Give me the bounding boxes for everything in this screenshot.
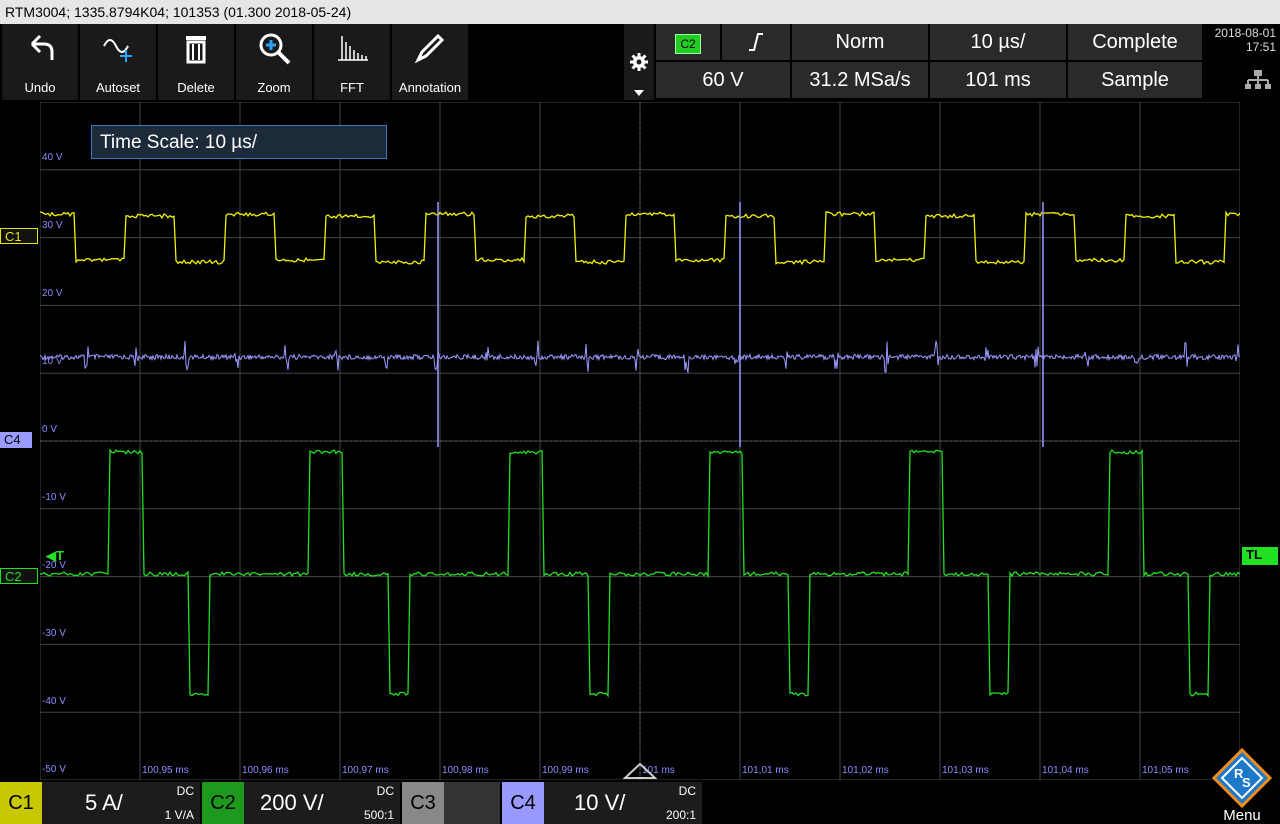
channel-bar: C1 5 A/ DC 1 V/A C2 200 V/ DC 500:1 C3 C… xyxy=(0,748,1280,824)
c1-offset-marker[interactable]: C1 xyxy=(0,228,38,244)
undo-label: Undo xyxy=(24,80,56,95)
c2-scale: 200 V/ xyxy=(260,790,324,815)
trigger-slope[interactable] xyxy=(722,24,790,60)
c2-tag: C2 xyxy=(202,782,244,824)
time-label: 101,05 ms xyxy=(1142,765,1189,776)
dropdown-arrow-icon xyxy=(634,90,644,96)
delete-button[interactable]: Delete xyxy=(158,24,234,100)
trigger-position-marker[interactable]: ◀T xyxy=(42,548,72,564)
annotation-label: Annotation xyxy=(398,80,462,95)
menu-label: Menu xyxy=(1223,807,1261,824)
title-bar: RTM3004; 1335.8794K04; 101353 (01.300 20… xyxy=(0,0,1280,24)
channel-c4[interactable]: C4 10 V/ DC 200:1 xyxy=(502,782,702,824)
time-label: 101,02 ms xyxy=(842,765,889,776)
c2-marker-label: C2 xyxy=(5,569,22,584)
gear-icon xyxy=(630,53,648,71)
sample-rate: 31.2 MSa/s xyxy=(792,62,928,98)
c1-probe: 1 V/A xyxy=(164,808,194,822)
channel-c1[interactable]: C1 5 A/ DC 1 V/A xyxy=(0,782,200,824)
c2-coupling: DC xyxy=(376,784,394,798)
c4-coupling: DC xyxy=(678,784,696,798)
fft-button[interactable]: FFT xyxy=(314,24,390,100)
record-length: 101 ms xyxy=(930,62,1066,98)
autoset-button[interactable]: Autoset xyxy=(80,24,156,100)
network-icon xyxy=(1245,70,1271,89)
channel-c2[interactable]: C2 200 V/ DC 500:1 xyxy=(202,782,400,824)
trigger-level-label: TL xyxy=(1246,547,1262,562)
time-text: 17:51 xyxy=(1245,40,1276,54)
undo-button[interactable]: Undo xyxy=(2,24,78,100)
time-scale-tooltip: Time Scale: 10 µs/ xyxy=(91,125,387,159)
autoset-label: Autoset xyxy=(95,80,141,95)
voltage-label: 20 V xyxy=(42,288,63,299)
waveform-display[interactable] xyxy=(40,102,1240,780)
c2-offset-marker[interactable]: C2 xyxy=(0,568,38,584)
time-label: 100,99 ms xyxy=(542,765,589,776)
c4-scale: 10 V/ xyxy=(574,790,626,815)
title-text: RTM3004; 1335.8794K04; 101353 (01.300 20… xyxy=(5,4,352,20)
trigger-mode[interactable]: Norm xyxy=(792,24,928,60)
c1-tag: C1 xyxy=(0,782,42,824)
voltage-label: -40 V xyxy=(42,696,66,707)
datetime: 2018-08-01 17:51 xyxy=(1206,24,1280,100)
c4-offset-marker[interactable]: C4 xyxy=(0,432,32,448)
c4-tag: C4 xyxy=(502,782,544,824)
trigger-level-marker[interactable]: TL xyxy=(1242,547,1278,565)
zoom-button[interactable]: Zoom xyxy=(236,24,312,100)
c2-probe: 500:1 xyxy=(363,808,394,822)
svg-text:S: S xyxy=(1242,775,1251,790)
trigger-marker-label: T xyxy=(56,548,64,563)
c4-probe: 200:1 xyxy=(665,808,696,822)
tooltip-text: Time Scale: 10 µs/ xyxy=(100,132,258,153)
time-label: 101,03 ms xyxy=(942,765,989,776)
voltage-label: -30 V xyxy=(42,628,66,639)
timebase[interactable]: 10 µs/ xyxy=(930,24,1066,60)
voltage-label: 0 V xyxy=(42,424,58,435)
zoom-label: Zoom xyxy=(257,80,291,95)
time-label: 100,95 ms xyxy=(142,765,189,776)
trigger-source[interactable]: C2 xyxy=(656,24,720,60)
delete-icon xyxy=(186,36,206,64)
undo-icon xyxy=(30,34,54,60)
time-label: 100,96 ms xyxy=(242,765,289,776)
voltage-label: 40 V xyxy=(42,152,63,163)
delete-label: Delete xyxy=(177,80,215,95)
c3-tag: C3 xyxy=(402,782,444,824)
acquisition-state: Complete xyxy=(1068,24,1202,60)
rohde-schwarz-logo: RS xyxy=(1212,748,1272,808)
acquisition-mode[interactable]: Sample xyxy=(1068,62,1202,98)
trigger-level[interactable]: 60 V xyxy=(656,62,790,98)
horizontal-position-marker[interactable] xyxy=(623,762,657,780)
rising-edge-icon xyxy=(749,33,763,51)
c1-coupling: DC xyxy=(176,784,194,798)
menu-button[interactable]: RS Menu xyxy=(1204,746,1280,824)
voltage-label: -10 V xyxy=(42,492,66,503)
c1-scale: 5 A/ xyxy=(85,790,123,815)
zoom-icon xyxy=(259,33,291,65)
time-label: 101,04 ms xyxy=(1042,765,1089,776)
channel-c3[interactable]: C3 xyxy=(402,782,500,824)
c4-marker-label: C4 xyxy=(4,432,21,447)
annotation-button[interactable]: Annotation xyxy=(392,24,468,100)
voltage-label: -50 V xyxy=(42,764,66,775)
time-label: 100,97 ms xyxy=(342,765,389,776)
trigger-source-badge: C2 xyxy=(675,34,701,54)
annotation-icon xyxy=(414,33,445,64)
time-label: 100,98 ms xyxy=(442,765,489,776)
settings-button[interactable] xyxy=(624,24,654,100)
date-text: 2018-08-01 xyxy=(1214,26,1276,40)
fft-label: FFT xyxy=(340,80,364,95)
voltage-label: 10 V xyxy=(42,356,63,367)
autoset-icon xyxy=(103,39,132,62)
trigger-arrow-icon: ◀ xyxy=(46,548,56,563)
c1-marker-label: C1 xyxy=(5,229,22,244)
time-label: 101,01 ms xyxy=(742,765,789,776)
voltage-label: 30 V xyxy=(42,220,63,231)
fft-icon xyxy=(338,36,368,61)
